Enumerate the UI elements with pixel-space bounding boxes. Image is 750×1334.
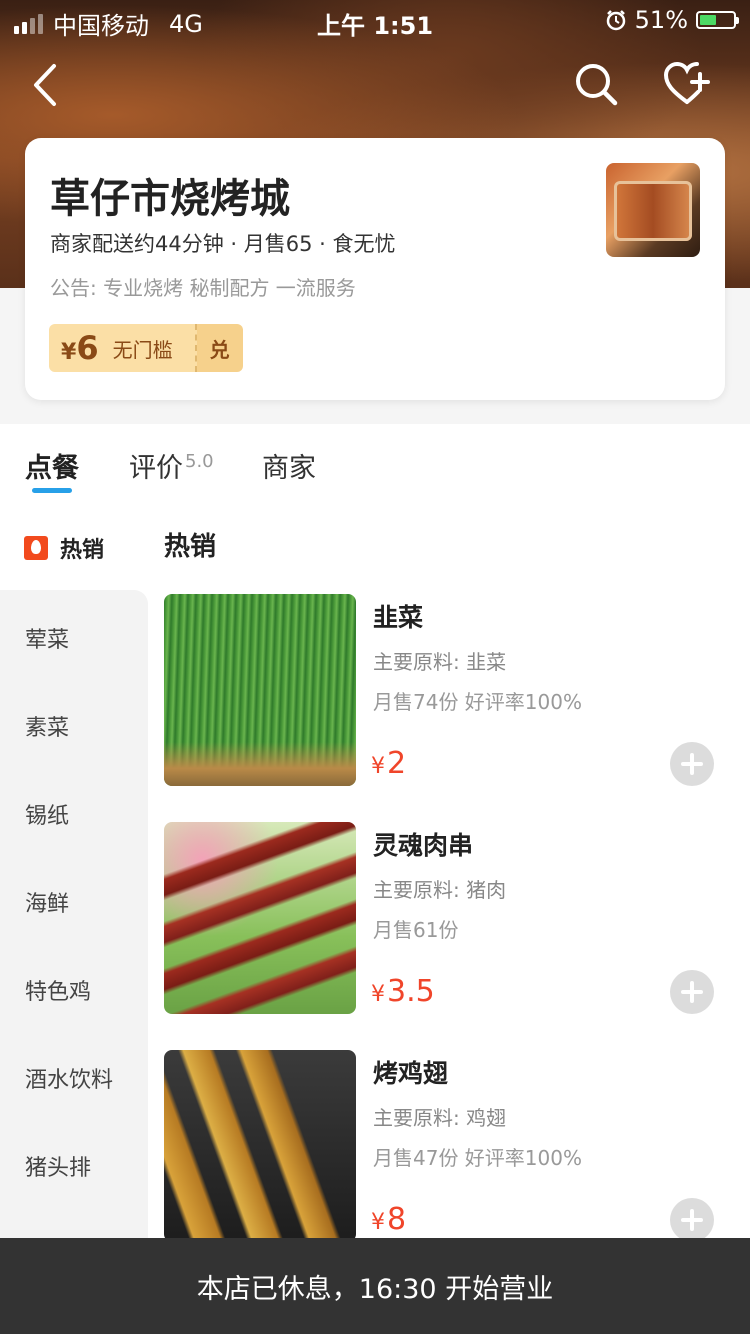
- coupon[interactable]: ¥6 无门槛 兑: [49, 324, 243, 372]
- coupon-condition: 无门槛: [112, 337, 173, 362]
- store-logo[interactable]: [606, 163, 700, 257]
- dish-name: 烤鸡翅: [373, 1059, 449, 1088]
- search-icon[interactable]: [572, 60, 620, 108]
- tab-merchant[interactable]: 商家: [262, 446, 316, 485]
- dish-sales: 月售61份: [373, 918, 459, 942]
- dish-image[interactable]: [164, 822, 356, 1014]
- dish-name: 灵魂肉串: [373, 831, 474, 860]
- fire-icon: [24, 536, 48, 560]
- tab-order[interactable]: 点餐: [25, 446, 79, 485]
- dish-item[interactable]: 烤鸡翅 主要原料: 鸡翅 月售47份 好评率100% ¥8: [164, 1050, 724, 1242]
- sidebar-item-hot[interactable]: 热销: [24, 532, 104, 564]
- coupon-amount: ¥6: [61, 329, 99, 367]
- dish-item[interactable]: 灵魂肉串 主要原料: 猪肉 月售61份 ¥3.5: [164, 822, 724, 1014]
- dish-ingredients: 主要原料: 鸡翅: [373, 1106, 507, 1130]
- sidebar-item-foil[interactable]: 锡纸: [25, 798, 69, 830]
- dish-ingredients: 主要原料: 猪肉: [373, 878, 507, 902]
- dish-price: ¥3.5: [371, 974, 435, 1009]
- dish-ingredients: 主要原料: 韭菜: [373, 650, 507, 674]
- add-to-cart-button[interactable]: [670, 970, 714, 1014]
- dish-price: ¥2: [371, 746, 407, 781]
- sidebar-item-vegetable[interactable]: 素菜: [25, 710, 69, 742]
- store-name: 草仔市烧烤城: [50, 176, 290, 222]
- category-sidebar: 荤菜 素菜 锡纸 海鲜 特色鸡 酒水饮料 猪头排: [0, 590, 148, 1240]
- dish-image[interactable]: [164, 594, 356, 786]
- store-delivery-info: 商家配送约44分钟 · 月售65 · 食无忧: [50, 232, 396, 256]
- store-closed-bar: 本店已休息，16:30 开始营业: [0, 1238, 750, 1334]
- tab-bar: 点餐 评价 5.0 商家: [0, 424, 750, 504]
- coupon-exchange-button[interactable]: 兑: [196, 324, 243, 372]
- add-to-cart-button[interactable]: [670, 1198, 714, 1242]
- alarm-icon: [606, 10, 625, 31]
- dish-price: ¥8: [371, 1202, 407, 1237]
- review-score: 5.0: [185, 451, 214, 472]
- dish-sales: 月售47份 好评率100%: [373, 1146, 582, 1170]
- back-icon[interactable]: [26, 60, 70, 110]
- dish-item[interactable]: 韭菜 主要原料: 韭菜 月售74份 好评率100% ¥2: [164, 594, 724, 786]
- section-title: 热销: [164, 532, 217, 562]
- dish-sales: 月售74份 好评率100%: [373, 690, 582, 714]
- status-bar: 中国移动 4G 上午 1:51 51%: [0, 0, 750, 40]
- favorite-add-icon[interactable]: [662, 60, 712, 108]
- dish-image[interactable]: [164, 1050, 356, 1242]
- battery-percent: 51%: [634, 6, 688, 34]
- closed-notice: 本店已休息，16:30 开始营业: [196, 1273, 554, 1305]
- dish-name: 韭菜: [373, 603, 424, 632]
- sidebar-item-seafood[interactable]: 海鲜: [25, 886, 69, 918]
- add-to-cart-button[interactable]: [670, 742, 714, 786]
- sidebar-item-meat[interactable]: 荤菜: [25, 622, 69, 654]
- store-info-card: 草仔市烧烤城 商家配送约44分钟 · 月售65 · 食无忧 公告: 专业烧烤 秘…: [25, 138, 725, 400]
- tab-active-indicator: [32, 488, 72, 493]
- sidebar-item-chicken[interactable]: 特色鸡: [25, 974, 91, 1006]
- sidebar-item-pork-chop[interactable]: 猪头排: [25, 1150, 91, 1182]
- sidebar-item-drinks[interactable]: 酒水饮料: [25, 1062, 113, 1094]
- store-notice[interactable]: 公告: 专业烧烤 秘制配方 一流服务: [50, 272, 356, 301]
- tab-reviews[interactable]: 评价 5.0: [129, 446, 214, 485]
- battery-icon: [696, 11, 739, 29]
